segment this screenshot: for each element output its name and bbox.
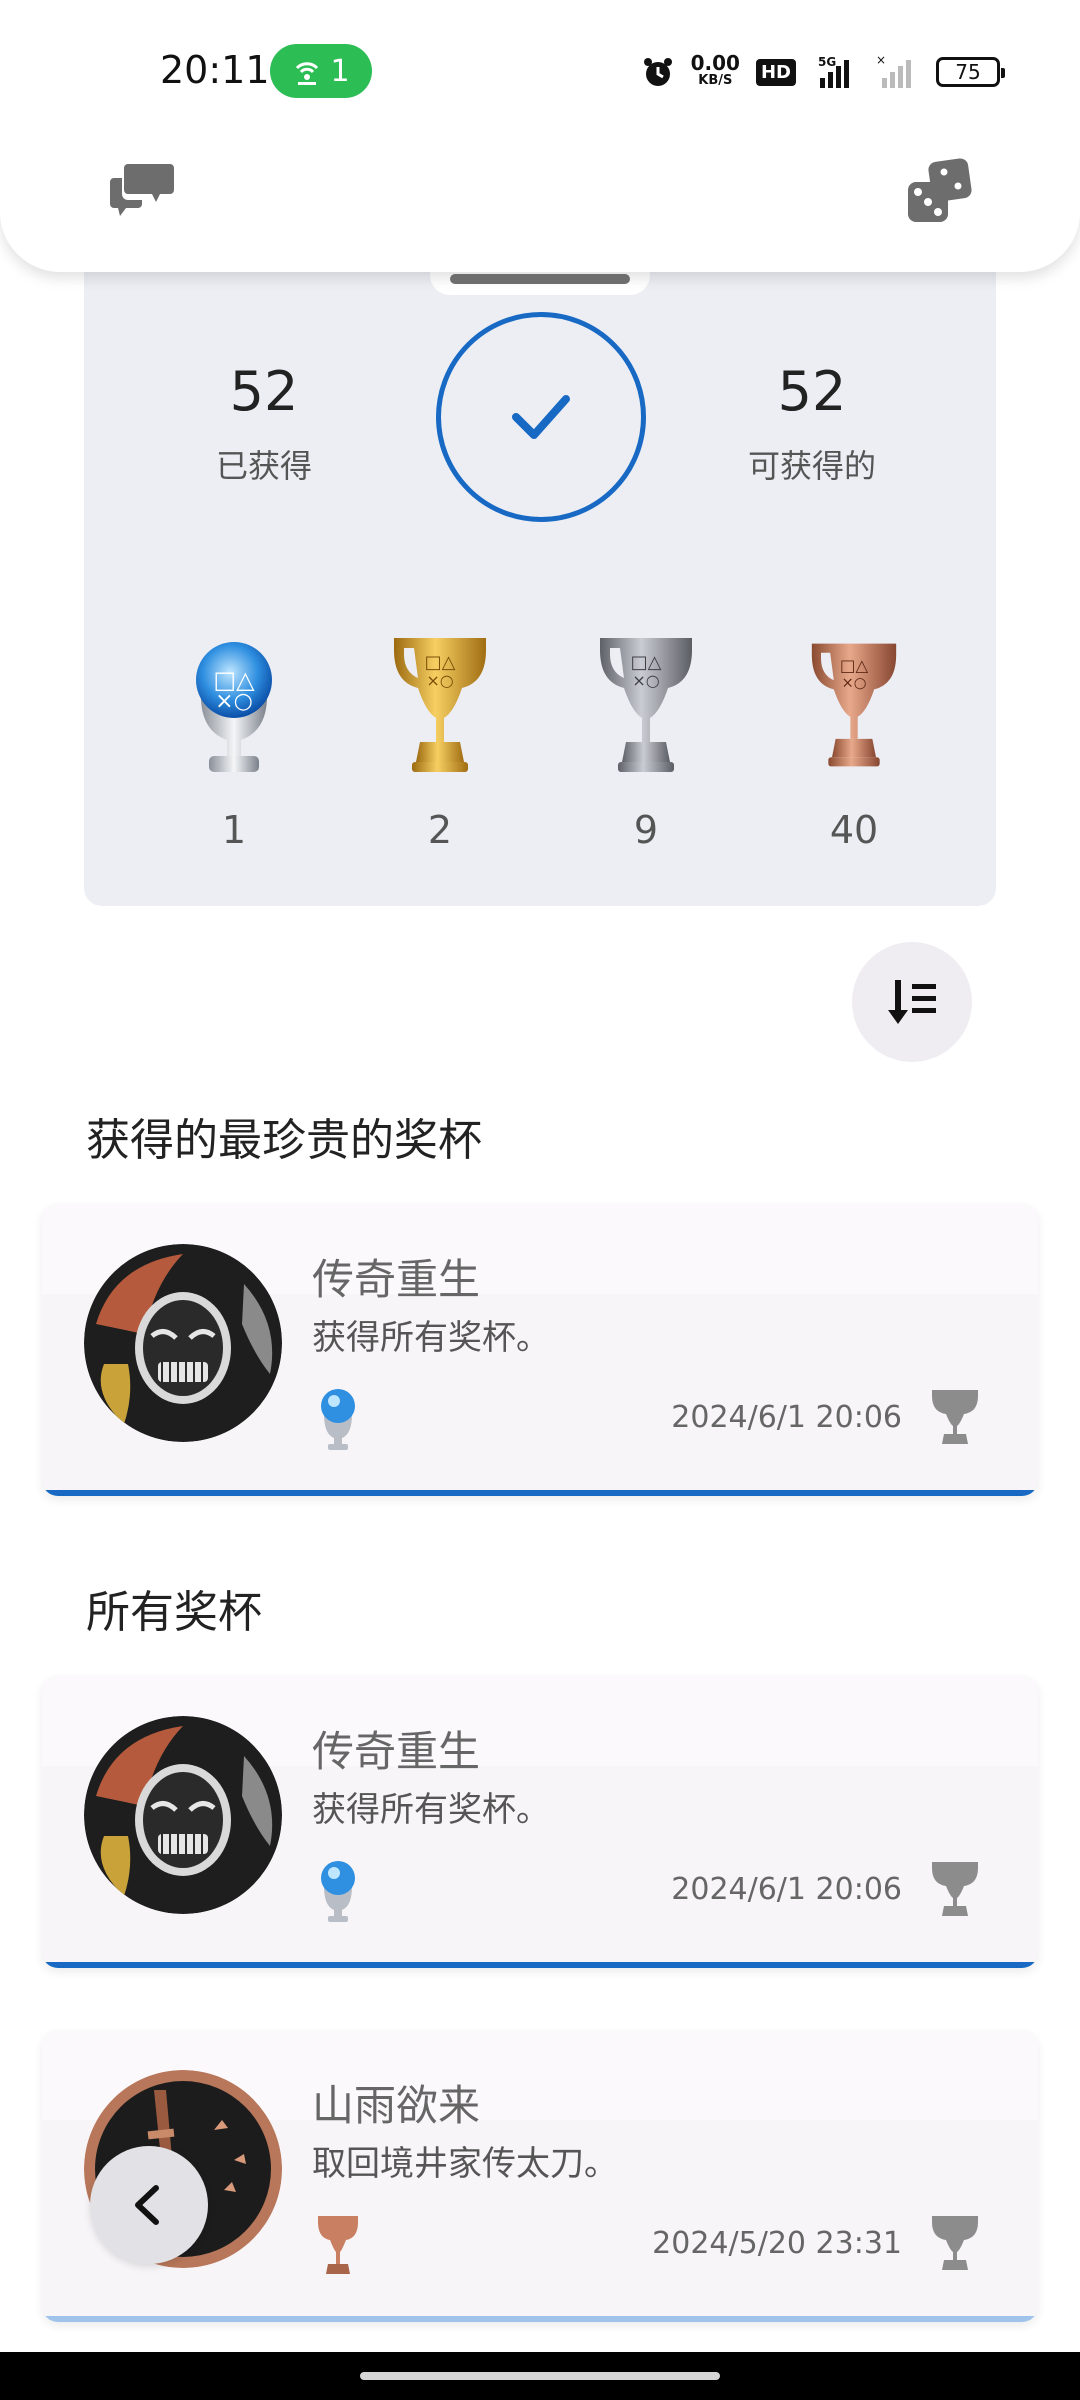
chat-bubbles-icon[interactable] [108,156,178,226]
trophy-art-oni-mask [84,1244,282,1442]
chevron-left-icon [135,2185,159,2225]
trophy-earned-date: 2024/6/1 20:06 [671,1400,902,1435]
trophy-earned-date: 2024/5/20 23:31 [652,2226,902,2261]
trophy-card[interactable]: 传奇重生 获得所有奖杯。 2024/6/1 20:06 [42,1676,1038,1968]
svg-text:×: × [876,54,886,67]
trophy-art-oni-mask [84,1716,282,1914]
signal-weak-icon: × [876,54,911,88]
silver-trophy-icon: □△ ×○ [600,638,692,772]
all-trophies-section-title: 所有奖杯 [86,1587,262,1638]
platinum-column: □△ ×○ 1 [154,630,314,852]
back-button[interactable] [90,2146,208,2264]
status-icons: 0.00 KB/S HD 5G × 75 [641,48,1005,96]
hd-badge: HD [755,58,796,86]
completion-ring [436,312,646,522]
home-gesture-pill[interactable] [360,2372,720,2380]
trophy-description: 取回境井家传太刀。 [312,2144,618,2184]
svg-text:5G: 5G [818,55,836,69]
trophy-cup-icon [932,1862,978,1916]
available-count: 52 [777,360,847,423]
app-header [0,120,1080,272]
trophy-name: 山雨欲来 [312,2081,481,2130]
battery-indicator: 75 [936,57,1005,87]
gold-column: □△ ×○ 2 [360,630,520,852]
bronze-column: □△ ×○ 40 [774,630,934,852]
sort-button[interactable] [852,942,972,1062]
gold-trophy-icon: □△ ×○ [394,638,486,772]
trophy-earned-date: 2024/6/1 20:06 [671,1872,902,1907]
svg-text:×○: ×○ [426,671,453,690]
silver-column: □△ ×○ 9 [566,630,726,852]
trophy-card[interactable]: 传奇重生 获得所有奖杯。 2024/6/1 20:06 [42,1204,1038,1496]
earned-label: 已获得 [215,447,312,485]
silver-count: 9 [633,808,659,852]
earned-stat: 52 已获得 [144,360,384,487]
svg-text:×○: ×○ [632,671,659,690]
platinum-count: 1 [221,808,247,852]
trophy-description: 获得所有奖杯。 [312,1790,550,1830]
trophy-summary-card: 52 已获得 52 可获得的 □△ ×○ 1 □△ ×○ 2 □△ ×○ 9 □… [84,230,996,906]
svg-text:□△: □△ [840,656,869,675]
svg-text:×○: ×○ [215,689,253,714]
bronze-trophy-icon: □△ ×○ [811,643,897,767]
alarm-icon [643,58,672,86]
card-progress-line [42,1962,1038,1968]
gold-count: 2 [427,808,453,852]
sheet-drag-handle[interactable] [450,274,630,284]
platinum-grade-icon [321,1389,355,1450]
system-nav-bar [0,2352,1080,2400]
available-label: 可获得的 [747,447,876,485]
dice-icon[interactable] [904,156,974,226]
status-time: 20:11 [160,48,270,92]
trophy-cup-icon [932,1390,978,1444]
hotspot-count: 1 [330,53,350,89]
trophy-name: 传奇重生 [312,1255,481,1304]
platinum-grade-icon [321,1861,355,1922]
svg-text:□△: □△ [425,652,456,673]
trophy-description: 获得所有奖杯。 [312,1318,550,1358]
svg-text:×○: ×○ [841,675,866,692]
status-bar: 20:11 1 0.00 KB/S HD 5G × 75 [0,0,1080,140]
card-progress-line [42,1490,1038,1496]
trophy-cup-icon [932,2216,978,2270]
svg-text:□△: □△ [631,652,662,673]
platinum-trophy-icon: □△ ×○ [196,642,272,772]
rarest-section-title: 获得的最珍贵的奖杯 [86,1115,482,1166]
card-progress-line [42,2316,1038,2322]
signal-5g-icon: 5G [818,55,849,88]
bronze-count: 40 [829,808,879,852]
sort-descending-icon [888,980,936,1024]
bronze-grade-icon [318,2216,358,2274]
hotspot-indicator: 1 [270,44,372,98]
available-stat: 52 可获得的 [692,360,932,487]
earned-count: 52 [229,360,299,423]
net-speed: 0.00 KB/S [690,51,740,88]
trophy-name: 传奇重生 [312,1727,481,1776]
hotspot-icon [296,62,319,85]
checkmark-icon [512,395,570,439]
